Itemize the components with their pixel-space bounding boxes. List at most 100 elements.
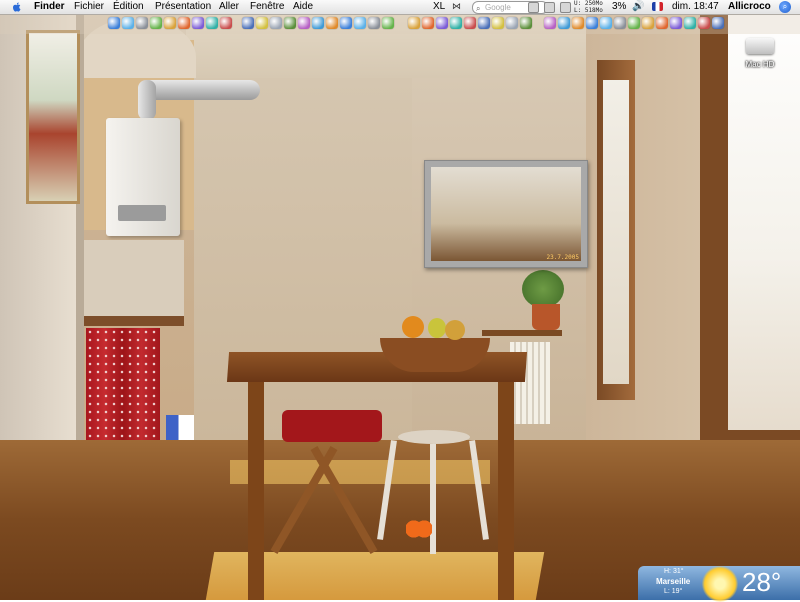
mac-hd-label: Mac HD (745, 60, 775, 69)
wallpaper-counter (84, 316, 184, 326)
sun-icon (702, 566, 738, 602)
app-icon[interactable] (256, 17, 268, 29)
photo-frame-date: 23.7.2005 (546, 254, 579, 261)
app-icon[interactable] (298, 17, 310, 29)
app-icon[interactable] (614, 17, 626, 29)
mail-icon[interactable] (136, 17, 148, 29)
spotlight-search-icon[interactable]: ⌕ (779, 1, 791, 13)
wallpaper-painting (26, 30, 80, 204)
app-icon[interactable] (382, 17, 394, 29)
app-icon[interactable] (450, 17, 462, 29)
app-icon[interactable] (600, 17, 612, 29)
app-icon[interactable] (698, 17, 710, 29)
app-icon[interactable] (544, 17, 556, 29)
ical-icon[interactable] (192, 17, 204, 29)
menu-aller[interactable]: Aller (219, 1, 239, 13)
app-icon[interactable] (492, 17, 504, 29)
app-icon[interactable] (464, 17, 476, 29)
photo-frame-image (431, 167, 581, 261)
app-icon[interactable] (712, 17, 724, 29)
app-icon[interactable] (642, 17, 654, 29)
iphoto-icon[interactable] (178, 17, 190, 29)
app-icon[interactable] (354, 17, 366, 29)
script-icon[interactable] (544, 2, 555, 13)
desktop-wallpaper (0, 0, 800, 600)
menu-finder[interactable]: Finder (34, 1, 65, 13)
app-icon[interactable] (520, 17, 532, 29)
system-prefs-icon[interactable] (220, 17, 232, 29)
wallpaper-tiles (84, 240, 184, 316)
app-icon[interactable] (436, 17, 448, 29)
volume-icon[interactable]: 🔊 (632, 1, 644, 13)
google-search-placeholder: Google (485, 3, 511, 12)
weather-city: Marseille (656, 577, 691, 586)
wallpaper-chair-cushion (282, 410, 382, 442)
finder-icon[interactable] (108, 17, 120, 29)
app-icon[interactable] (340, 17, 352, 29)
wallpaper-table-leg (248, 380, 264, 600)
app-icon[interactable] (506, 17, 518, 29)
butterfly-icon (406, 518, 432, 540)
app-icon[interactable] (586, 17, 598, 29)
wallpaper-duct (138, 80, 260, 100)
document-icon[interactable] (528, 2, 539, 13)
app-launcher-bar (0, 14, 800, 34)
wallpaper-plant (522, 270, 564, 308)
safari-icon[interactable] (122, 17, 134, 29)
wallpaper-pear (428, 318, 446, 338)
apple-menu-icon[interactable] (12, 2, 22, 12)
menu-bar: Finder Fichier Édition Présentation Alle… (0, 0, 800, 15)
itunes-icon[interactable] (164, 17, 176, 29)
app-icon[interactable] (572, 17, 584, 29)
app-icon[interactable] (368, 17, 380, 29)
app-icon[interactable] (312, 17, 324, 29)
ichat-icon[interactable] (150, 17, 162, 29)
input-indicator[interactable]: XL (433, 1, 445, 13)
wallpaper-fruit-bowl (380, 338, 490, 372)
menu-fenetre[interactable]: Fenêtre (250, 1, 284, 13)
wallpaper-duct-vertical (138, 80, 156, 120)
wallpaper-boiler-panel (118, 205, 166, 221)
weather-low: L: 19° (664, 588, 683, 595)
memory-free: L: 518Mo (574, 7, 603, 14)
app-icon[interactable] (270, 17, 282, 29)
user-name[interactable]: Allicroco (728, 1, 771, 13)
address-book-icon[interactable] (206, 17, 218, 29)
app-icon[interactable] (284, 17, 296, 29)
mac-hd-drive[interactable]: Mac HD (736, 34, 784, 78)
wallpaper-stool-seat (398, 430, 470, 444)
wallpaper-orange (402, 316, 424, 338)
hard-drive-icon (746, 38, 774, 54)
wallpaper-sunlight-far (230, 460, 490, 484)
menu-fichier[interactable]: Fichier (74, 1, 104, 13)
app-icon[interactable] (326, 17, 338, 29)
weather-high: H: 31° (664, 568, 684, 575)
app-icon[interactable] (422, 17, 434, 29)
app-icon[interactable] (242, 17, 254, 29)
app-icon[interactable] (558, 17, 570, 29)
memory-monitor[interactable]: U: 250Mo L: 518Mo (574, 0, 603, 14)
wallpaper-window-glass (603, 80, 629, 384)
search-icon: ⌕ (476, 4, 481, 13)
wallpaper-plant-pot (532, 304, 560, 330)
menu-edition[interactable]: Édition (113, 1, 144, 13)
app-icon[interactable] (628, 17, 640, 29)
wallpaper-shelf (482, 330, 562, 336)
app-icon[interactable] (408, 17, 420, 29)
menu-presentation[interactable]: Présentation (155, 1, 211, 13)
memory-used: U: 250Mo (574, 0, 603, 7)
app-icon[interactable] (684, 17, 696, 29)
photo-frame-widget[interactable]: 23.7.2005 (424, 160, 588, 268)
app-icon[interactable] (656, 17, 668, 29)
app-icon[interactable] (478, 17, 490, 29)
wallpaper-table-leg (498, 380, 514, 600)
weather-widget[interactable]: H: 31° Marseille L: 19° 28° (638, 566, 800, 602)
window-icon[interactable] (560, 2, 571, 13)
app-icon[interactable] (670, 17, 682, 29)
butterfly-menu-icon[interactable]: ⋈ (452, 2, 461, 11)
battery-status[interactable]: 3% (612, 1, 626, 13)
menu-aide[interactable]: Aide (293, 1, 313, 13)
wallpaper-apple (445, 320, 465, 340)
french-flag-icon[interactable] (652, 2, 663, 11)
menubar-clock[interactable]: dim. 18:47 (672, 1, 719, 13)
